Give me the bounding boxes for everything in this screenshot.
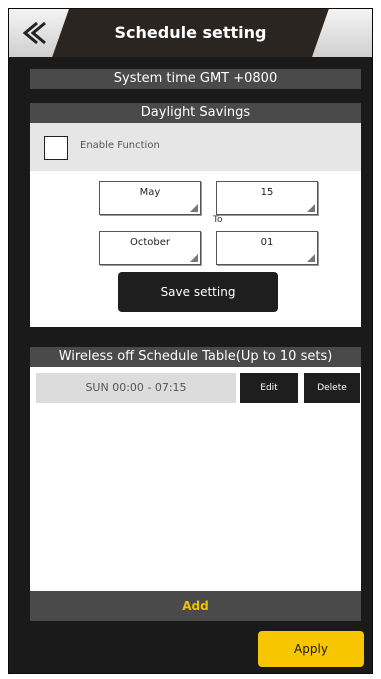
back-button[interactable]: [19, 19, 49, 47]
header: Schedule setting: [9, 9, 372, 57]
save-setting-button[interactable]: Save setting: [118, 272, 278, 312]
start-day-select[interactable]: 15: [216, 181, 318, 215]
enable-function-checkbox[interactable]: [44, 136, 68, 160]
enable-function-row: Enable Function: [30, 123, 361, 171]
start-day-value: 15: [260, 187, 274, 198]
start-month-select[interactable]: May: [99, 181, 201, 215]
start-month-value: May: [139, 187, 161, 198]
schedule-entry: SUN 00:00 - 07:15: [36, 373, 236, 403]
edit-button[interactable]: Edit: [240, 373, 298, 403]
app-frame: Schedule setting System time GMT +0800 D…: [8, 8, 373, 674]
delete-button[interactable]: Delete: [304, 373, 360, 403]
dropdown-corner-icon: [190, 254, 198, 262]
chevron-double-left-icon: [22, 21, 46, 45]
daylight-savings-title: Daylight Savings: [30, 103, 361, 123]
header-right-tab: [312, 9, 372, 57]
schedule-table-panel: SUN 00:00 - 07:15 Edit Delete: [30, 367, 361, 591]
end-day-select[interactable]: 01: [216, 231, 318, 265]
daylight-savings-panel: Enable Function May 15 To October 01 Sav…: [30, 123, 361, 327]
apply-button[interactable]: Apply: [258, 631, 364, 667]
schedule-table-title: Wireless off Schedule Table(Up to 10 set…: [30, 347, 361, 367]
end-month-select[interactable]: October: [99, 231, 201, 265]
dropdown-corner-icon: [307, 254, 315, 262]
end-month-value: October: [129, 237, 171, 248]
end-day-value: 01: [260, 237, 274, 248]
add-button[interactable]: Add: [30, 591, 361, 621]
page-title: Schedule setting: [114, 23, 267, 42]
system-time-bar: System time GMT +0800: [30, 69, 361, 89]
dropdown-corner-icon: [190, 204, 198, 212]
to-label: To: [213, 215, 223, 225]
enable-function-label: Enable Function: [80, 140, 160, 151]
dropdown-corner-icon: [307, 204, 315, 212]
